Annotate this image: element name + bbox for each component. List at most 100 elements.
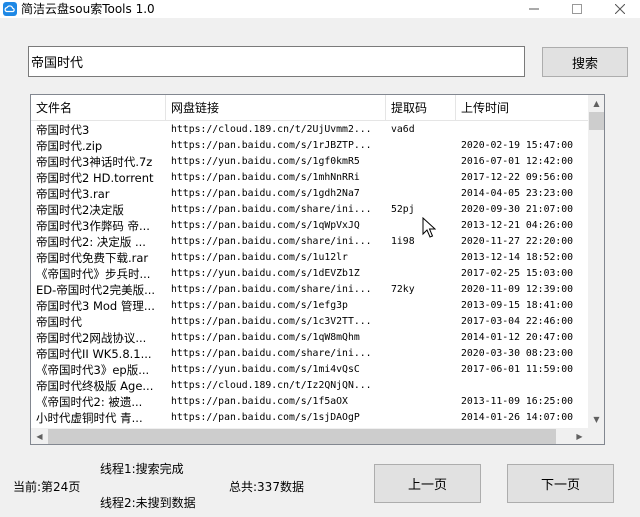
- cell-filename: 帝国时代2: 决定版 ...: [36, 235, 146, 249]
- cell-time: 2020-11-09 12:39:00: [461, 284, 574, 295]
- table-row[interactable]: 帝国时代2决定版 https://pan.baidu.com/share/ini.…: [31, 202, 588, 218]
- cell-link: https://yun.baidu.com/s/1gf0kmR5: [171, 156, 360, 167]
- cell-time: 2020-11-27 22:20:00: [461, 236, 574, 247]
- cell-code: 72ky: [391, 284, 415, 295]
- cell-time: 2020-02-19 15:47:00: [461, 140, 574, 151]
- list-body: 帝国时代3 https://cloud.189.cn/t/2UjUvmm2... v…: [31, 122, 588, 426]
- cell-link: https://pan.baidu.com/s/1u12lr: [171, 252, 348, 263]
- cell-link: https://cloud.189.cn/t/2UjUvmm2...: [171, 124, 372, 135]
- table-row[interactable]: 帝国时代3 Mod 管理... https://pan.baidu.com/s/1…: [31, 298, 588, 314]
- cell-filename: 《帝国时代3》ep版...: [36, 363, 150, 377]
- cell-filename: 帝国时代3神话时代.7z: [36, 155, 153, 169]
- cell-time: 2017-06-01 11:59:00: [461, 364, 574, 375]
- cell-link: https://pan.baidu.com/s/1efg3p: [171, 300, 348, 311]
- column-header-time[interactable]: 上传时间: [456, 95, 588, 121]
- thread1-status: 线程1:搜索完成: [100, 462, 184, 476]
- cell-filename: 《帝国时代2: 被遗...: [36, 395, 143, 409]
- search-button[interactable]: 搜索: [542, 47, 628, 77]
- table-row[interactable]: 帝国时代免费下载.rar https://pan.baidu.com/s/1u12…: [31, 250, 588, 266]
- cell-link: https://pan.baidu.com/s/1qWpVxJQ: [171, 220, 360, 231]
- table-row[interactable]: 《帝国时代》步兵时... https://yun.baidu.com/s/1dEV…: [31, 266, 588, 282]
- next-page-button[interactable]: 下一页: [507, 464, 614, 503]
- cell-filename: 小时代虚铜时代 青...: [36, 411, 143, 425]
- cell-link: https://pan.baidu.com/s/1c3V2TT...: [171, 316, 372, 327]
- table-row[interactable]: 帝国时代2网战协议... https://pan.baidu.com/s/1qW8…: [31, 330, 588, 346]
- cell-time: 2020-09-30 21:07:00: [461, 204, 574, 215]
- results-list[interactable]: 文件名 网盘链接 提取码 上传时间 帝国时代3 https://cloud.189…: [30, 94, 605, 445]
- cell-filename: 帝国时代3作弊码 帝...: [36, 219, 150, 233]
- cell-filename: 帝国时代: [36, 315, 82, 329]
- table-row[interactable]: 帝国时代3.rar https://pan.baidu.com/s/1gdh2Na…: [31, 186, 588, 202]
- table-row[interactable]: 帝国时代终极版 Age... https://cloud.189.cn/t/Iz2…: [31, 378, 588, 394]
- minimize-button[interactable]: [514, 0, 554, 18]
- cell-filename: 帝国时代2决定版: [36, 203, 124, 217]
- horizontal-scroll-thumb[interactable]: [48, 429, 556, 444]
- cell-time: 2013-12-14 18:52:00: [461, 252, 574, 263]
- cell-filename: 帝国时代2网战协议...: [36, 331, 147, 345]
- table-row[interactable]: 帝国时代3 https://cloud.189.cn/t/2UjUvmm2... v…: [31, 122, 588, 138]
- table-row[interactable]: 帝国时代 https://pan.baidu.com/s/1c3V2TT... 20…: [31, 314, 588, 330]
- vertical-scrollbar[interactable]: ▲ ▼: [588, 95, 604, 428]
- table-row[interactable]: 《帝国时代3》ep版... https://yun.baidu.com/s/1mi…: [31, 362, 588, 378]
- cell-time: 2013-12-21 04:26:00: [461, 220, 574, 231]
- cell-link: https://pan.baidu.com/share/ini...: [171, 236, 372, 247]
- scrollbar-corner: [588, 428, 604, 444]
- cell-filename: 帝国时代3 Mod 管理...: [36, 299, 155, 313]
- cell-filename: 帝国时代2 HD.torrent: [36, 171, 154, 185]
- column-header-link[interactable]: 网盘链接: [166, 95, 386, 121]
- table-row[interactable]: 帝国时代2: 决定版 ... https://pan.baidu.com/shar…: [31, 234, 588, 250]
- cell-filename: 帝国时代3: [36, 123, 90, 137]
- scroll-right-arrow-icon[interactable]: ▶: [571, 428, 588, 444]
- cell-time: 2016-07-01 12:42:00: [461, 156, 574, 167]
- scroll-up-arrow-icon[interactable]: ▲: [588, 95, 604, 112]
- cell-time: 2017-03-04 22:46:00: [461, 316, 574, 327]
- cell-time: 2017-02-25 15:03:00: [461, 268, 574, 279]
- maximize-icon: [572, 4, 582, 14]
- cell-link: https://pan.baidu.com/s/1gdh2Na7: [171, 188, 360, 199]
- list-header: 文件名 网盘链接 提取码 上传时间: [31, 95, 588, 121]
- cell-link: https://pan.baidu.com/s/1rJBZTP...: [171, 140, 372, 151]
- scroll-left-arrow-icon[interactable]: ◀: [31, 428, 48, 444]
- total-count-label: 总共:337数据: [229, 480, 304, 494]
- search-input[interactable]: [28, 46, 525, 77]
- cell-link: https://pan.baidu.com/share/ini...: [171, 348, 372, 359]
- table-row[interactable]: 帝国时代.zip https://pan.baidu.com/s/1rJBZTP.…: [31, 138, 588, 154]
- column-header-code[interactable]: 提取码: [386, 95, 456, 121]
- cell-time: 2014-01-26 14:07:00: [461, 412, 574, 423]
- close-button[interactable]: [600, 0, 640, 18]
- cell-link: https://pan.baidu.com/share/ini...: [171, 284, 372, 295]
- maximize-button[interactable]: [557, 0, 597, 18]
- cell-time: 2014-01-12 20:47:00: [461, 332, 574, 343]
- cell-time: 2020-03-30 08:23:00: [461, 348, 574, 359]
- title-bar: 简洁云盘sou索Tools 1.0: [0, 0, 640, 18]
- cell-link: https://pan.baidu.com/s/1sjDAOgP: [171, 412, 360, 423]
- table-row[interactable]: 帝国时代II WK5.8.1... https://pan.baidu.com/s…: [31, 346, 588, 362]
- horizontal-scrollbar[interactable]: ◀ ▶: [31, 428, 588, 444]
- table-row[interactable]: ED-帝国时代2完美版... https://pan.baidu.com/shar…: [31, 282, 588, 298]
- table-row[interactable]: 帝国时代3作弊码 帝... https://pan.baidu.com/s/1qW…: [31, 218, 588, 234]
- mouse-cursor-icon: [422, 217, 436, 238]
- prev-page-button[interactable]: 上一页: [374, 464, 481, 503]
- column-header-filename[interactable]: 文件名: [31, 95, 166, 121]
- cell-link: https://yun.baidu.com/s/1mi4vQsC: [171, 364, 360, 375]
- cell-time: 2013-09-15 18:41:00: [461, 300, 574, 311]
- cell-code: va6d: [391, 124, 415, 135]
- cell-code: 52pj: [391, 204, 415, 215]
- cell-link: https://pan.baidu.com/s/1f5aOX: [171, 396, 348, 407]
- cell-filename: 帝国时代3.rar: [36, 187, 110, 201]
- vertical-scroll-thumb[interactable]: [589, 112, 604, 130]
- cell-filename: 帝国时代.zip: [36, 139, 103, 153]
- minimize-icon: [529, 8, 539, 10]
- window-title: 简洁云盘sou索Tools 1.0: [21, 2, 155, 16]
- table-row[interactable]: 《帝国时代2: 被遗... https://pan.baidu.com/s/1f5…: [31, 394, 588, 410]
- table-row[interactable]: 帝国时代3神话时代.7z https://yun.baidu.com/s/1gf0…: [31, 154, 588, 170]
- cell-time: 2017-12-22 09:56:00: [461, 172, 574, 183]
- table-row[interactable]: 小时代虚铜时代 青... https://pan.baidu.com/s/1sjD…: [31, 410, 588, 426]
- cell-link: https://cloud.189.cn/t/Iz2QNjQN...: [171, 380, 372, 391]
- cell-filename: ED-帝国时代2完美版...: [36, 283, 156, 297]
- table-row[interactable]: 帝国时代2 HD.torrent https://pan.baidu.com/s/…: [31, 170, 588, 186]
- cell-link: https://pan.baidu.com/share/ini...: [171, 204, 372, 215]
- scroll-down-arrow-icon[interactable]: ▼: [588, 411, 604, 428]
- thread2-status: 线程2:未搜到数据: [100, 496, 196, 510]
- cell-time: 2013-11-09 16:25:00: [461, 396, 574, 407]
